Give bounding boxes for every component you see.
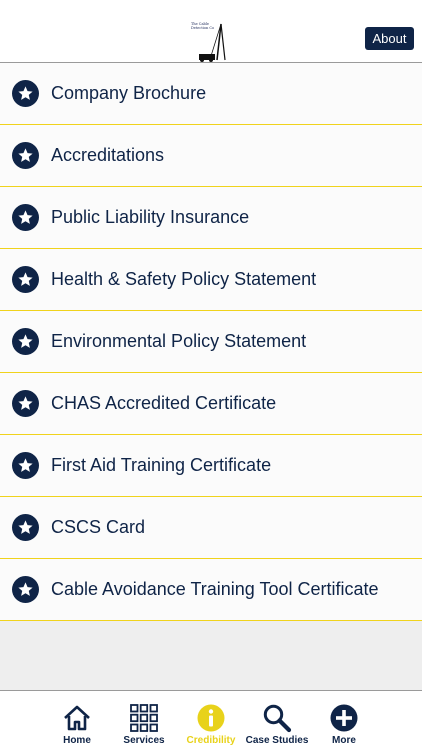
list-item-label: Accreditations: [51, 145, 165, 165]
tab-label: Home: [63, 735, 91, 746]
app-header: The Cable Detection Co About: [0, 0, 422, 63]
star-icon: [12, 576, 39, 603]
star-icon: [12, 142, 39, 169]
star-icon: [12, 452, 39, 479]
list-item-environmental-policy[interactable]: Environmental Policy Statement: [0, 311, 422, 373]
info-icon: [197, 704, 225, 732]
logo-text: The Cable Detection Co: [191, 22, 215, 30]
tab-case-studies[interactable]: Case Studies: [242, 691, 312, 751]
tab-label: Credibility: [186, 735, 236, 746]
star-icon: [12, 328, 39, 355]
star-icon: [12, 514, 39, 541]
company-logo: The Cable Detection Co: [191, 20, 231, 62]
list-item-label: Public Liability Insurance: [51, 207, 250, 227]
list-item-label: First Aid Training Certificate: [51, 455, 272, 475]
credibility-list: Company Brochure Accreditations Public L…: [0, 63, 422, 621]
tab-home[interactable]: Home: [42, 691, 112, 751]
star-icon: [12, 266, 39, 293]
star-icon: [12, 204, 39, 231]
list-item-label: Cable Avoidance Training Tool Certificat…: [51, 579, 379, 599]
list-item-chas-certificate[interactable]: CHAS Accredited Certificate: [0, 373, 422, 435]
list-item-label: CSCS Card: [51, 517, 146, 537]
list-item-public-liability-insurance[interactable]: Public Liability Insurance: [0, 187, 422, 249]
search-icon: [263, 704, 292, 733]
list-item-cat-certificate[interactable]: Cable Avoidance Training Tool Certificat…: [0, 559, 422, 621]
list-item-label: Company Brochure: [51, 83, 207, 103]
grid-icon: [130, 704, 158, 732]
list-item-accreditations[interactable]: Accreditations: [0, 125, 422, 187]
tab-label: Case Studies: [245, 735, 309, 746]
tab-bar: Home Services Credibility Case Studies M…: [0, 690, 422, 751]
tab-label: More: [332, 735, 356, 746]
home-icon: [64, 705, 90, 731]
list-item-label: Health & Safety Policy Statement: [51, 269, 317, 289]
tab-credibility[interactable]: Credibility: [176, 691, 246, 751]
tab-more[interactable]: More: [309, 691, 379, 751]
list-item-first-aid-certificate[interactable]: First Aid Training Certificate: [0, 435, 422, 497]
list-item-label: CHAS Accredited Certificate: [51, 393, 277, 413]
list-item-company-brochure[interactable]: Company Brochure: [0, 63, 422, 125]
tab-label: Services: [123, 735, 165, 746]
about-button[interactable]: About: [365, 27, 414, 50]
list-item-label: Environmental Policy Statement: [51, 331, 307, 351]
star-icon: [12, 390, 39, 417]
tab-services[interactable]: Services: [109, 691, 179, 751]
list-item-cscs-card[interactable]: CSCS Card: [0, 497, 422, 559]
plus-icon: [330, 704, 358, 732]
list-item-health-safety-policy[interactable]: Health & Safety Policy Statement: [0, 249, 422, 311]
star-icon: [12, 80, 39, 107]
